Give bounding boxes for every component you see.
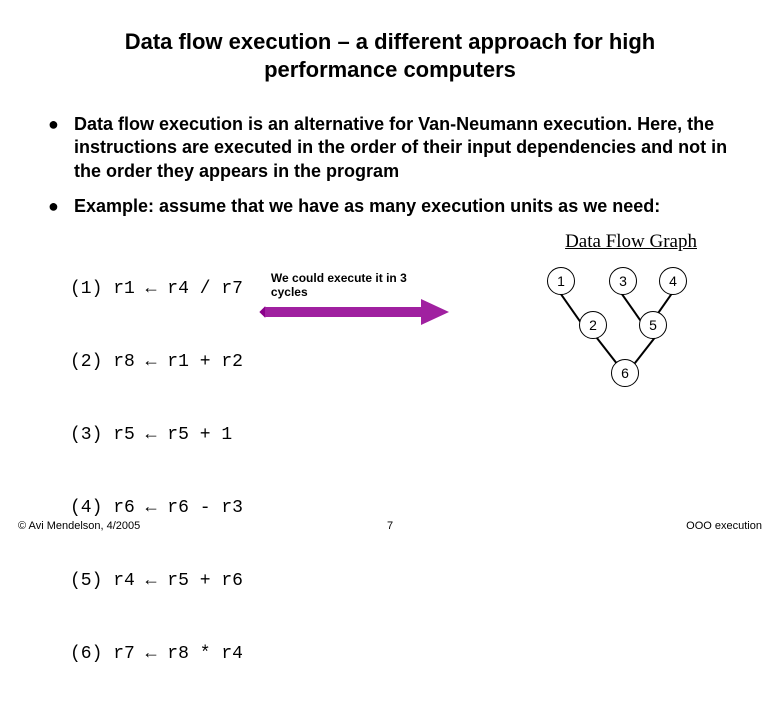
- graph-node: 5: [639, 311, 667, 339]
- code-row: (2) r8 ← r1 + r2: [70, 350, 243, 374]
- graph-node: 3: [609, 267, 637, 295]
- footer-tag: OOO execution: [686, 520, 762, 532]
- slide-body: ● Data flow execution is an alternative …: [0, 93, 780, 715]
- graph-area: Data Flow Graph We could execute it in 3…: [243, 229, 742, 404]
- bullet-1: ● Data flow execution is an alternative …: [48, 113, 742, 183]
- slide-title: Data flow execution – a different approa…: [0, 0, 780, 93]
- page-number: 7: [387, 520, 393, 532]
- graph-title: Data Flow Graph: [565, 231, 697, 253]
- copyright-text: © Avi Mendelson, 4/2005: [18, 520, 140, 532]
- bullet-marker: ●: [48, 195, 74, 218]
- dataflow-graph: 1 3 4 2 5 6: [527, 259, 707, 404]
- arrow-icon: [261, 301, 451, 321]
- bullet-text: Example: assume that we have as many exe…: [74, 195, 742, 218]
- code-row: (5) r4 ← r5 + r6: [70, 569, 243, 593]
- code-row: (6) r7 ← r8 * r4: [70, 642, 243, 666]
- bullet-2: ● Example: assume that we have as many e…: [48, 195, 742, 218]
- graph-node: 6: [611, 359, 639, 387]
- code-row: (1) r1 ← r4 / r7: [70, 277, 243, 301]
- example-area: (1) r1 ← r4 / r7 (2) r8 ← r1 + r2 (3) r5…: [70, 229, 742, 715]
- cycle-note: We could execute it in 3 cycles: [271, 271, 411, 300]
- bullet-text: Data flow execution is an alternative fo…: [74, 113, 742, 183]
- code-row: (3) r5 ← r5 + 1: [70, 423, 243, 447]
- bullet-marker: ●: [48, 113, 74, 183]
- graph-node: 4: [659, 267, 687, 295]
- code-block: (1) r1 ← r4 / r7 (2) r8 ← r1 + r2 (3) r5…: [70, 229, 243, 715]
- graph-node: 2: [579, 311, 607, 339]
- code-row: (4) r6 ← r6 - r3: [70, 496, 243, 520]
- graph-node: 1: [547, 267, 575, 295]
